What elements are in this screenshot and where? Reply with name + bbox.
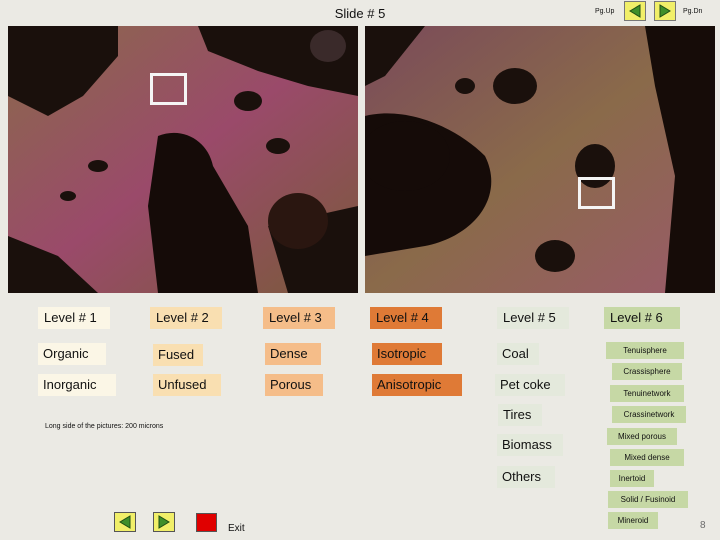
picture-caption: Long side of the pictures: 200 microns: [45, 423, 164, 430]
level-6-header: Level # 6: [604, 307, 680, 329]
arrow-right-icon: [158, 515, 170, 529]
option-inertoid[interactable]: Inertoid: [610, 470, 654, 487]
arrow-left-icon: [119, 515, 131, 529]
page-up-label: Pg.Up: [595, 8, 615, 15]
option-pet-coke[interactable]: Pet coke: [495, 374, 565, 396]
option-tenuisphere[interactable]: Tenuisphere: [606, 342, 684, 359]
level-5-header: Level # 5: [497, 307, 569, 329]
option-tenuinetwork[interactable]: Tenuinetwork: [610, 385, 684, 402]
page-up-button[interactable]: [624, 1, 646, 21]
next-button[interactable]: [153, 512, 175, 532]
option-tires[interactable]: Tires: [498, 404, 542, 426]
option-organic[interactable]: Organic: [38, 343, 106, 365]
option-dense[interactable]: Dense: [265, 343, 321, 365]
page-number: 8: [700, 520, 706, 531]
arrow-right-icon: [659, 4, 671, 18]
arrow-left-icon: [629, 4, 641, 18]
option-solid-fusinoid[interactable]: Solid / Fusinoid: [608, 491, 688, 508]
page-down-button[interactable]: [654, 1, 676, 21]
option-inorganic[interactable]: Inorganic: [38, 374, 116, 396]
micrograph-left: [8, 26, 358, 293]
option-mixed-dense[interactable]: Mixed dense: [610, 449, 684, 466]
option-unfused[interactable]: Unfused: [153, 374, 221, 396]
option-fused[interactable]: Fused: [153, 344, 203, 366]
exit-label: Exit: [228, 523, 245, 534]
option-biomass[interactable]: Biomass: [497, 434, 563, 456]
option-isotropic[interactable]: Isotropic: [372, 343, 442, 365]
region-marker-right: [578, 177, 615, 209]
region-marker-left: [150, 73, 187, 105]
option-crassinetwork[interactable]: Crassinetwork: [612, 406, 686, 423]
page-down-label: Pg.Dn: [683, 8, 703, 15]
exit-button[interactable]: [196, 513, 217, 532]
level-4-header: Level # 4: [370, 307, 442, 329]
micrograph-right: [365, 26, 715, 293]
option-crassisphere[interactable]: Crassisphere: [612, 363, 682, 380]
option-porous[interactable]: Porous: [265, 374, 323, 396]
level-2-header: Level # 2: [150, 307, 222, 329]
option-coal[interactable]: Coal: [497, 343, 539, 365]
option-mixed-porous[interactable]: Mixed porous: [607, 428, 677, 445]
option-mineroid[interactable]: Mineroid: [608, 512, 658, 529]
level-1-header: Level # 1: [38, 307, 110, 329]
prev-button[interactable]: [114, 512, 136, 532]
option-others[interactable]: Others: [497, 466, 555, 488]
option-anisotropic[interactable]: Anisotropic: [372, 374, 462, 396]
level-3-header: Level # 3: [263, 307, 335, 329]
